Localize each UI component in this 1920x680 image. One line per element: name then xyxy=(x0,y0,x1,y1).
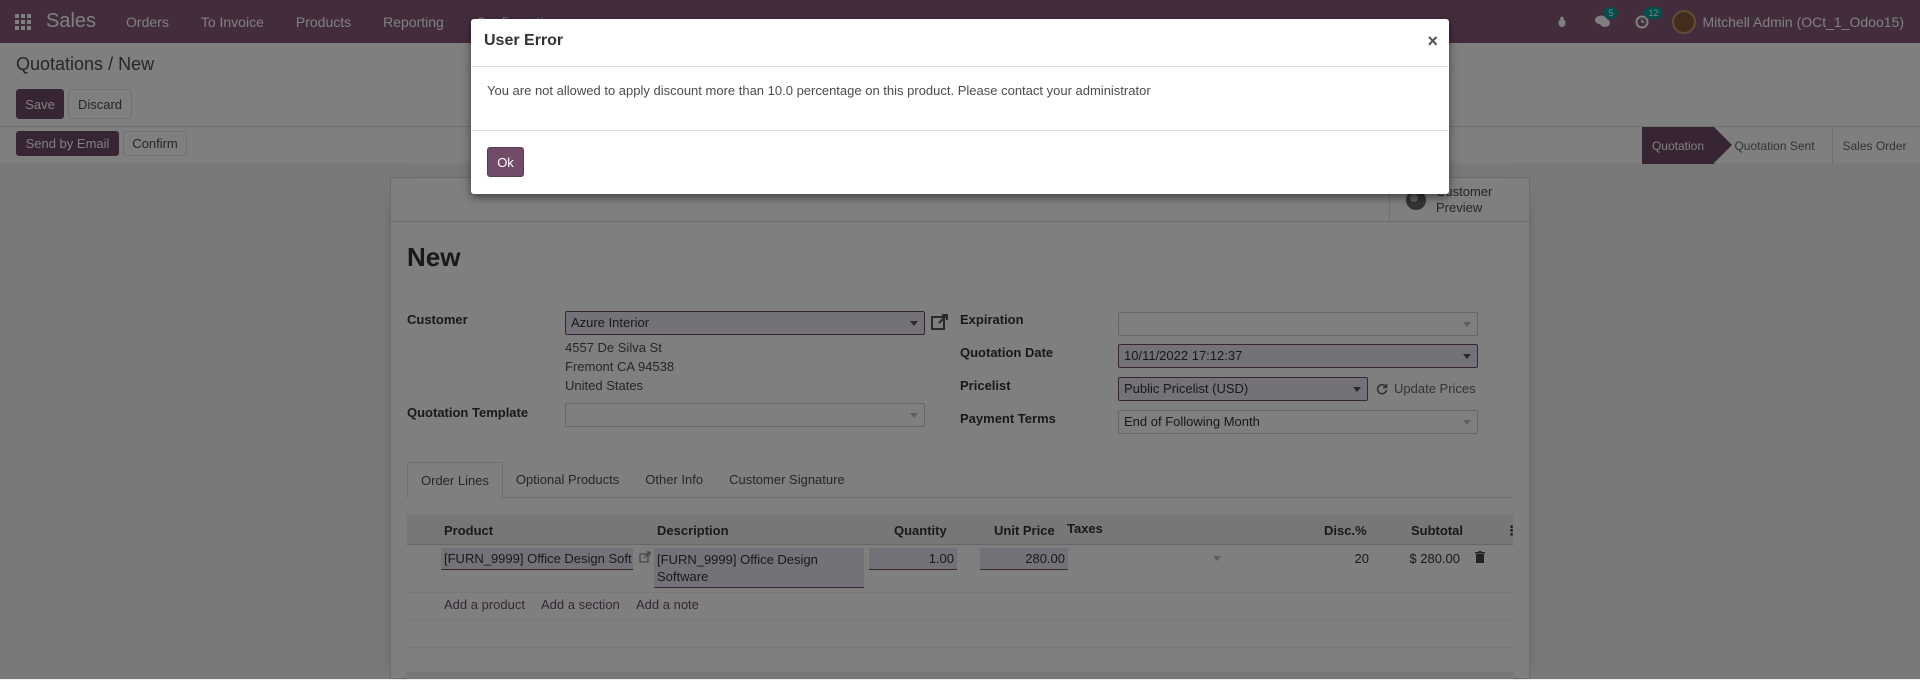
close-icon[interactable]: × xyxy=(1427,31,1438,52)
dialog-title: User Error xyxy=(484,32,564,49)
user-error-dialog: User Error × You are not allowed to appl… xyxy=(471,19,1449,194)
dialog-message: You are not allowed to apply discount mo… xyxy=(487,83,1151,98)
dialog-footer: Ok xyxy=(471,130,1449,194)
ok-button[interactable]: Ok xyxy=(487,147,524,177)
dialog-header: User Error × xyxy=(471,19,1449,67)
